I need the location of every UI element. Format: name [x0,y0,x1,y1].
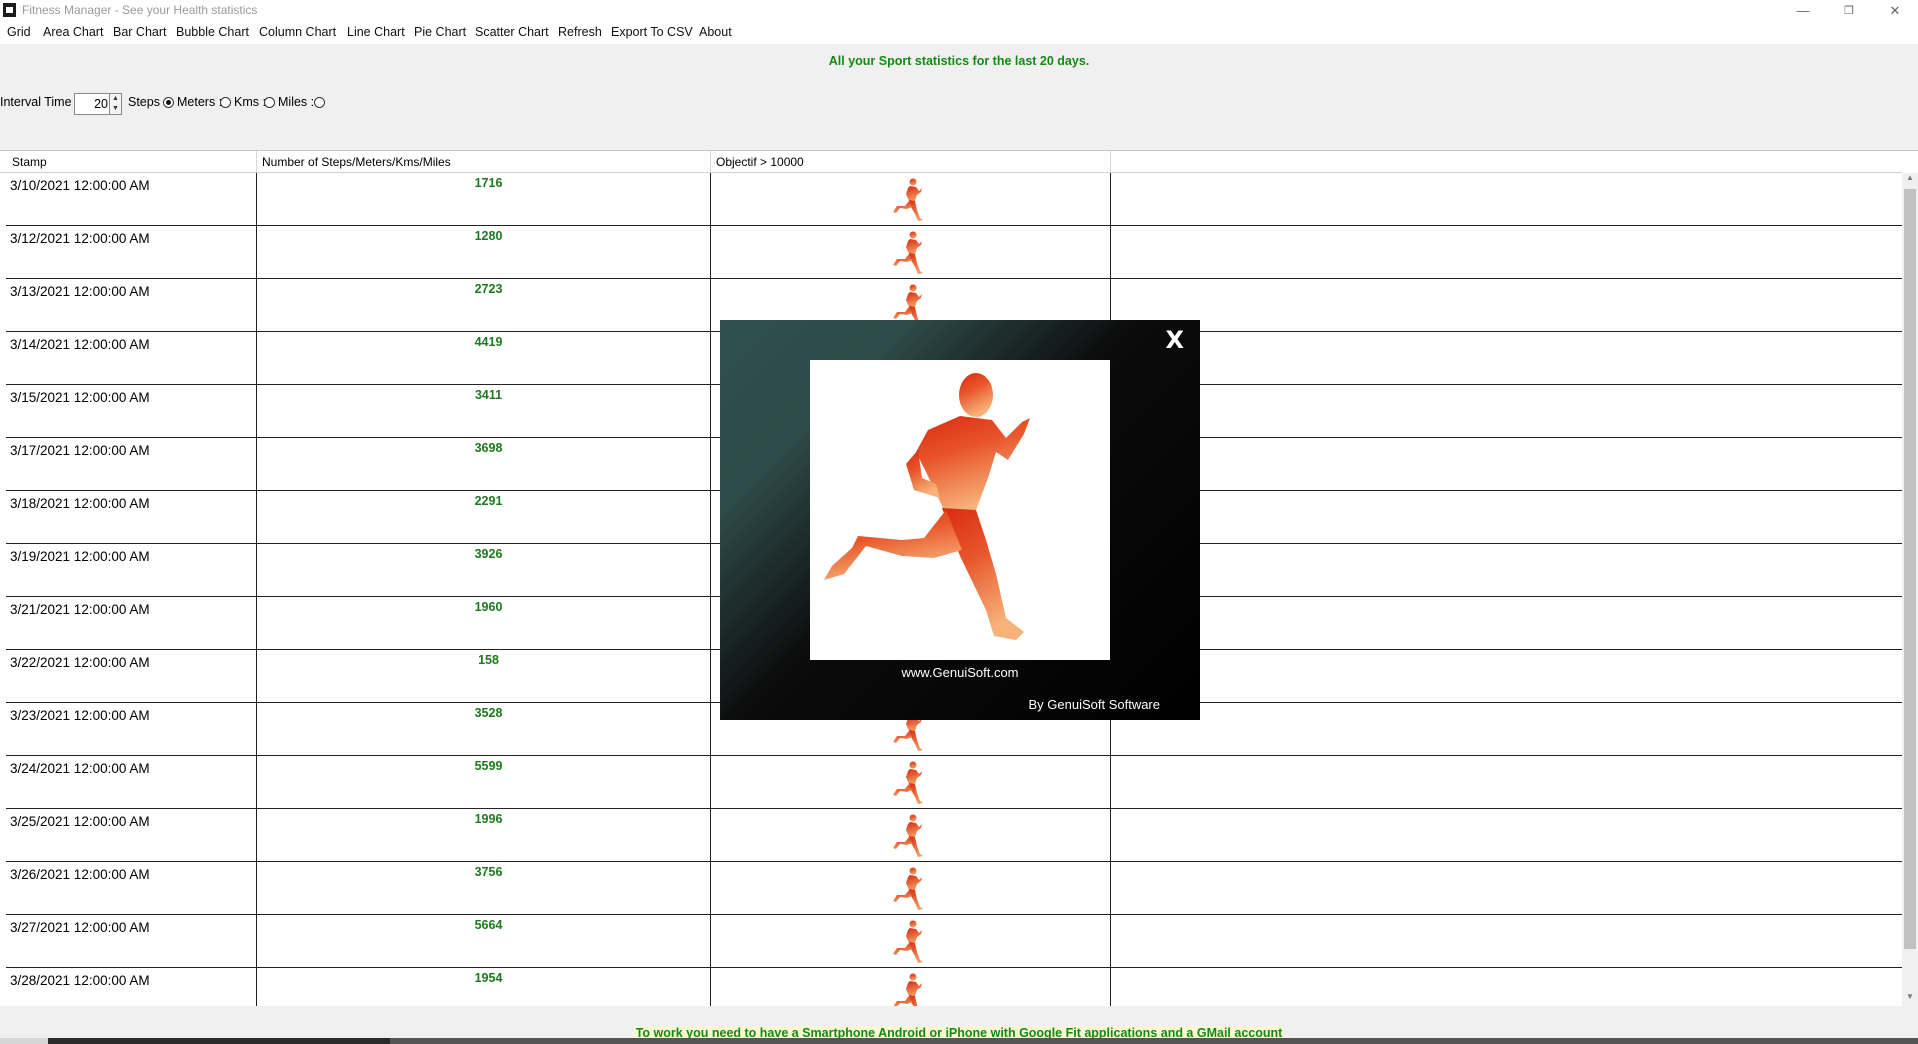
row-stamp: 3/28/2021 12:00:00 AM [10,973,150,988]
vertical-scrollbar[interactable]: ▲ ▼ [1902,173,1918,1006]
row-value: 158 [478,653,499,667]
row-value: 5664 [474,918,503,932]
runner-illustration-icon [824,373,1030,640]
row-value: 5599 [474,759,503,773]
stepper-down-icon[interactable]: ▼ [109,104,121,114]
table-row[interactable]: 3/27/2021 12:00:00 AM 5664 [6,915,1902,968]
row-stamp: 3/15/2021 12:00:00 AM [10,390,150,405]
minimize-button[interactable]: — [1780,0,1826,22]
meters-label: Meters : [177,95,223,109]
runner-icon [887,865,935,913]
bottom-strip [0,1038,1918,1044]
menu-grid[interactable]: Grid [7,25,31,39]
grid-header: Stamp Number of Steps/Meters/Kms/Miles O… [0,151,1902,173]
menu-bar-chart[interactable]: Bar Chart [113,25,167,39]
runner-icon [887,918,935,966]
steps-label: Steps : [128,95,167,109]
interval-label: Interval Time : [0,95,79,109]
row-value: 1960 [474,600,503,614]
about-splash-dialog: X www.GenuiSoft.com By GenuiSoft Softwar… [720,320,1200,720]
row-stamp: 3/19/2021 12:00:00 AM [10,549,150,564]
miles-label: Miles : [278,95,315,109]
column-header-objective[interactable]: Objectif > 10000 [716,155,804,169]
table-row[interactable]: 3/26/2021 12:00:00 AM 3756 [6,862,1902,915]
runner-icon [887,971,935,1006]
row-value: 2291 [474,494,503,508]
meters-radio[interactable] [220,97,231,108]
row-value: 3528 [474,706,503,720]
table-row[interactable]: 3/12/2021 12:00:00 AM 1280 [6,226,1902,279]
row-value: 4419 [474,335,503,349]
row-value: 1716 [474,176,503,190]
menu-about[interactable]: About [699,25,732,39]
row-stamp: 3/24/2021 12:00:00 AM [10,761,150,776]
row-stamp: 3/14/2021 12:00:00 AM [10,337,150,352]
steps-radio[interactable] [163,97,174,108]
row-stamp: 3/26/2021 12:00:00 AM [10,867,150,882]
row-stamp: 3/27/2021 12:00:00 AM [10,920,150,935]
row-value: 2723 [474,282,503,296]
menu-bar: Grid Area Chart Bar Chart Bubble Chart C… [0,22,1918,44]
row-value: 3411 [474,388,503,402]
runner-image [810,360,1110,660]
menu-scatter-chart[interactable]: Scatter Chart [475,25,549,39]
row-value: 3698 [474,441,503,455]
column-header-value[interactable]: Number of Steps/Meters/Kms/Miles [262,155,451,169]
table-row[interactable]: 3/10/2021 12:00:00 AM 1716 [6,173,1902,226]
table-row[interactable]: 3/24/2021 12:00:00 AM 5599 [6,756,1902,809]
row-value: 3756 [474,865,503,879]
interval-stepper[interactable]: 20 ▲ ▼ [74,93,122,115]
miles-radio[interactable] [314,97,325,108]
close-splash-button[interactable]: X [1165,326,1184,354]
row-stamp: 3/22/2021 12:00:00 AM [10,655,150,670]
row-value: 1996 [474,812,503,826]
menu-bubble-chart[interactable]: Bubble Chart [176,25,249,39]
kms-radio[interactable] [264,97,275,108]
menu-pie-chart[interactable]: Pie Chart [414,25,466,39]
menu-refresh[interactable]: Refresh [558,25,602,39]
row-value: 1954 [474,971,503,985]
row-stamp: 3/10/2021 12:00:00 AM [10,178,150,193]
menu-column-chart[interactable]: Column Chart [259,25,336,39]
splash-url[interactable]: www.GenuiSoft.com [720,665,1200,680]
column-header-stamp[interactable]: Stamp [12,155,47,169]
menu-export-csv[interactable]: Export To CSV [611,25,693,39]
window-title: Fitness Manager - See your Health statis… [22,3,258,17]
table-row[interactable]: 3/25/2021 12:00:00 AM 1996 [6,809,1902,862]
scroll-up-icon[interactable]: ▲ [1902,173,1918,187]
header-message: All your Sport statistics for the last 2… [828,54,1090,68]
kms-label: Kms : [234,95,266,109]
table-row[interactable]: 3/28/2021 12:00:00 AM 1954 [6,968,1902,1006]
scrollbar-thumb[interactable] [1904,189,1916,949]
row-stamp: 3/23/2021 12:00:00 AM [10,708,150,723]
row-stamp: 3/13/2021 12:00:00 AM [10,284,150,299]
title-bar: Fitness Manager - See your Health statis… [0,0,1918,22]
row-value: 3926 [474,547,503,561]
runner-icon [887,759,935,807]
runner-icon [887,812,935,860]
menu-area-chart[interactable]: Area Chart [43,25,103,39]
app-icon [3,3,16,17]
scroll-down-icon[interactable]: ▼ [1902,992,1918,1006]
interval-value[interactable]: 20 [94,97,108,111]
restore-button[interactable]: ❐ [1826,0,1872,22]
row-value: 1280 [474,229,503,243]
row-stamp: 3/21/2021 12:00:00 AM [10,602,150,617]
row-stamp: 3/25/2021 12:00:00 AM [10,814,150,829]
row-stamp: 3/17/2021 12:00:00 AM [10,443,150,458]
splash-credit: By GenuiSoft Software [1028,697,1160,712]
close-window-button[interactable]: ✕ [1872,0,1918,22]
row-stamp: 3/12/2021 12:00:00 AM [10,231,150,246]
menu-line-chart[interactable]: Line Chart [347,25,405,39]
row-stamp: 3/18/2021 12:00:00 AM [10,496,150,511]
runner-icon [887,229,935,277]
runner-icon [887,176,935,224]
